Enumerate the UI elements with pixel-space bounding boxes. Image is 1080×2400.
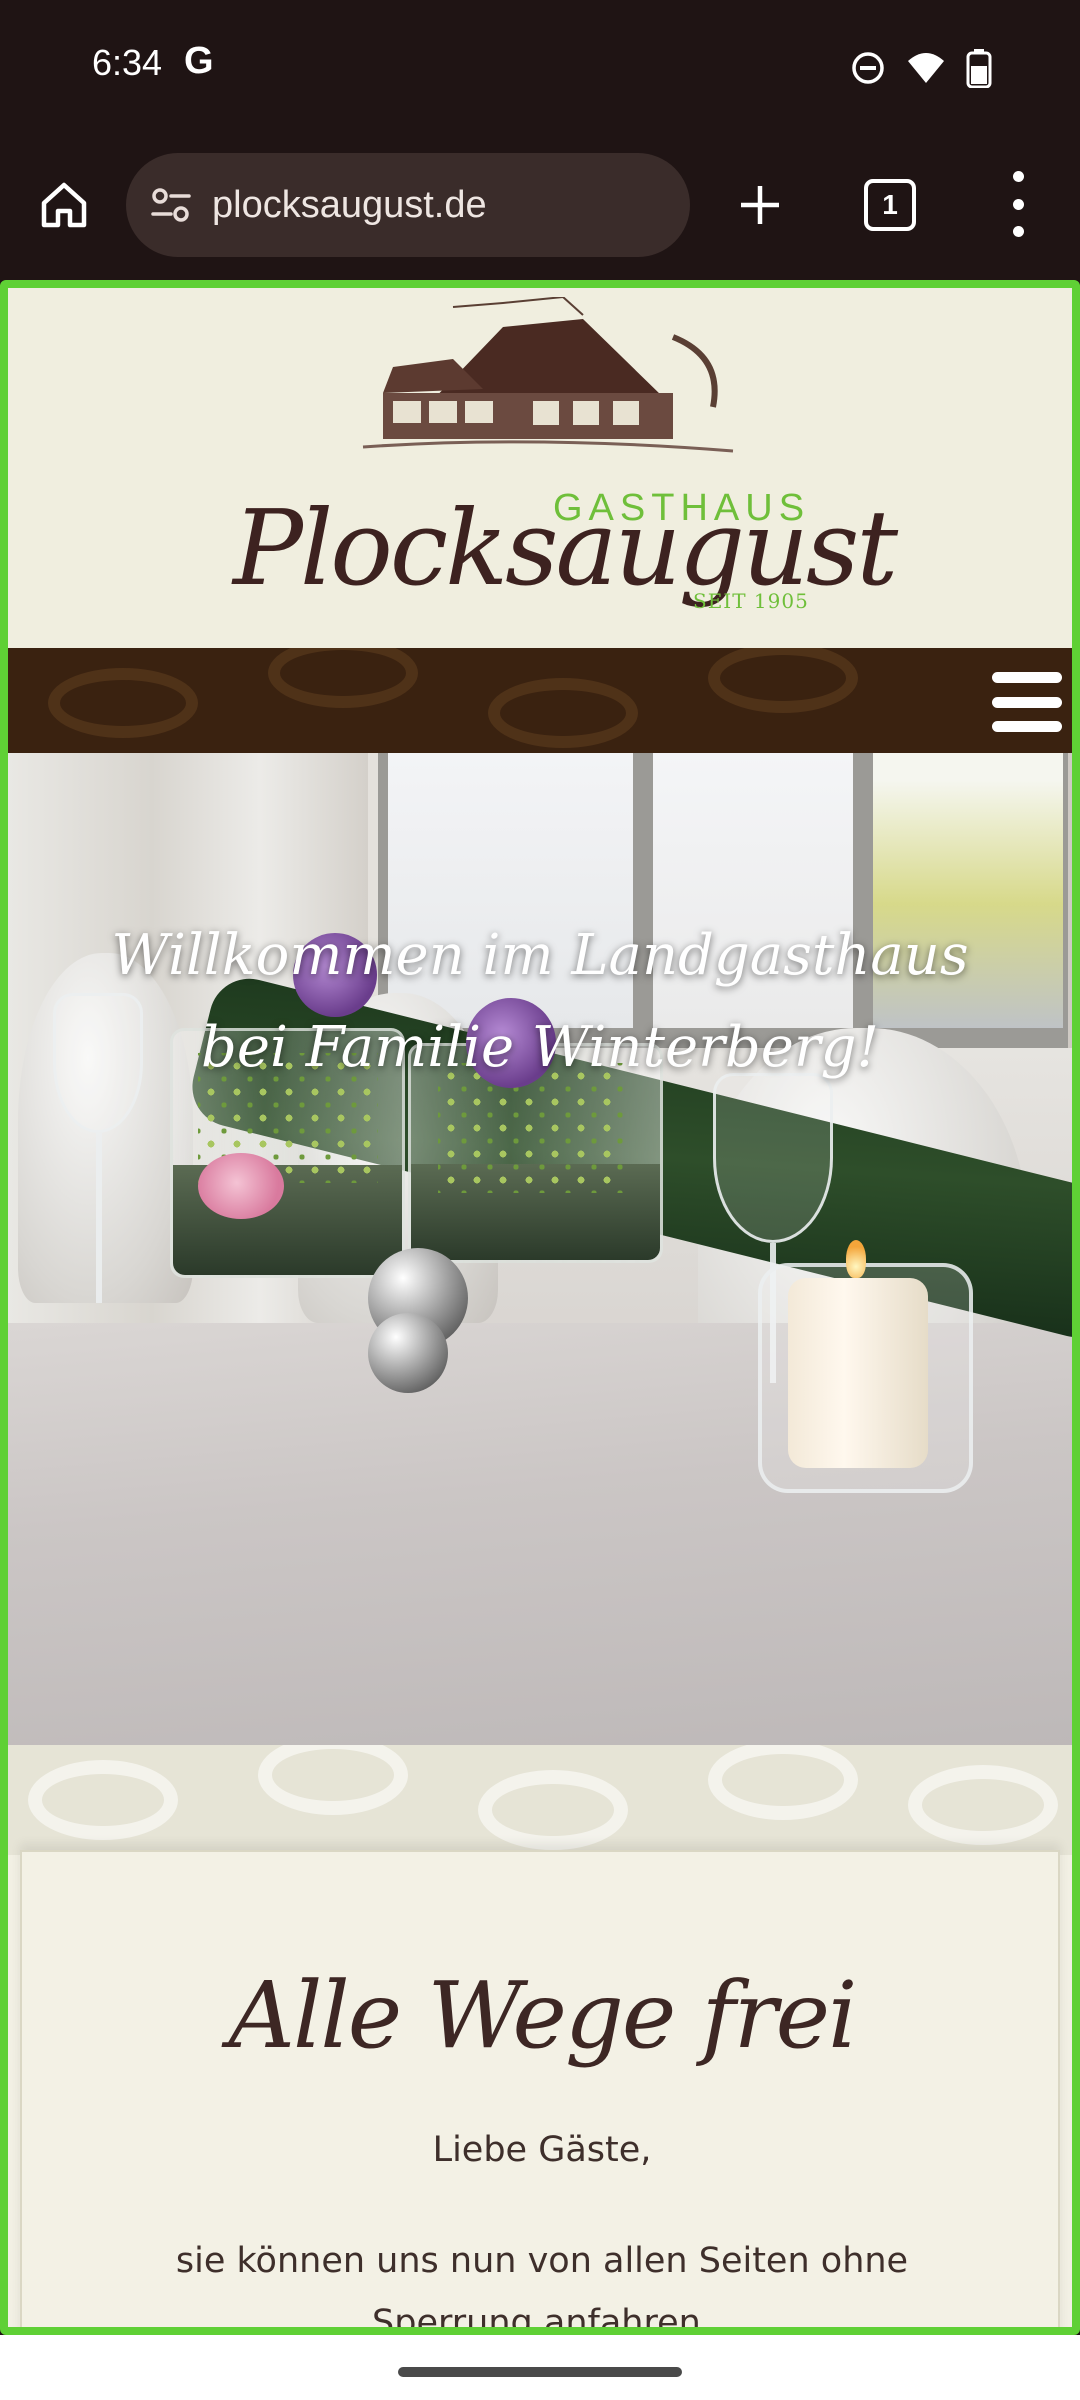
ornament <box>478 1770 628 1850</box>
address-bar[interactable]: plocksaugust.de <box>126 153 690 257</box>
url-text: plocksaugust.de <box>212 183 487 226</box>
do-not-disturb-icon <box>850 50 886 90</box>
new-tab-button[interactable] <box>730 175 790 235</box>
ornament <box>28 1760 178 1840</box>
more-vert-icon-dot <box>1012 171 1024 182</box>
tab-switcher-button[interactable]: 1 <box>864 179 916 231</box>
navigation-bar <box>8 648 1072 753</box>
more-vert-icon-dot <box>1012 226 1024 237</box>
status-bar: 6:34 G <box>0 0 1080 135</box>
hamburger-icon-line <box>992 696 1062 708</box>
hero-title: Willkommen im Landgasthaus bei Familie W… <box>8 910 1072 1094</box>
web-content: GASTHAUS Plocksaugust SEIT 1905 Willkomm… <box>8 285 1072 2330</box>
candle <box>788 1278 928 1468</box>
google-icon: G <box>184 40 214 82</box>
ornament <box>268 648 418 708</box>
wifi-icon <box>906 51 946 89</box>
ornament <box>488 678 638 748</box>
ornament <box>708 648 858 713</box>
site-settings-icon <box>151 188 191 222</box>
home-button[interactable] <box>34 175 94 235</box>
house-drawing-icon <box>362 297 734 453</box>
peony-flower <box>198 1153 284 1219</box>
ornament <box>48 668 198 738</box>
ornament <box>908 1765 1058 1845</box>
hero-title-line2: bei Familie Winterberg! <box>201 1015 879 1080</box>
gesture-navigation-area <box>0 2335 1080 2400</box>
ornament <box>258 1745 408 1815</box>
plus-icon <box>741 186 779 224</box>
card-greeting: Liebe Gäste, <box>432 2130 652 2170</box>
logo-since-text: SEIT 1905 <box>693 589 809 613</box>
ornament <box>708 1745 858 1820</box>
hero-image <box>8 753 1072 1745</box>
hamburger-icon-line <box>992 721 1062 732</box>
wine-glass <box>713 1073 833 1243</box>
site-settings-button[interactable] <box>148 182 194 228</box>
candle-flame <box>846 1240 866 1278</box>
card-body: sie können uns nun von allen Seiten ohne… <box>175 2241 909 2330</box>
site-logo[interactable]: GASTHAUS Plocksaugust SEIT 1905 <box>233 297 898 637</box>
hero-title-line1: Willkommen im Landgasthaus <box>111 923 969 988</box>
gesture-handle[interactable] <box>398 2367 682 2377</box>
menu-hamburger-button[interactable] <box>992 672 1062 732</box>
hamburger-icon-line <box>992 672 1062 683</box>
status-icons <box>850 48 992 92</box>
card-title: Alle Wege frei <box>228 1962 858 2069</box>
home-icon <box>41 182 87 228</box>
status-time: 6:34 <box>92 42 163 83</box>
more-vert-icon-dot <box>1012 198 1024 210</box>
more-options-button[interactable] <box>1000 171 1036 237</box>
glass-stem <box>96 1133 102 1303</box>
site-header: GASTHAUS Plocksaugust SEIT 1905 <box>8 285 1072 648</box>
battery-icon <box>966 48 992 92</box>
content-card: Alle Wege frei Liebe Gäste, sie können u… <box>20 1850 1060 2330</box>
ornament-band <box>8 1745 1072 1855</box>
silver-ball <box>368 1313 448 1393</box>
browser-toolbar: plocksaugust.de 1 <box>0 135 1080 280</box>
